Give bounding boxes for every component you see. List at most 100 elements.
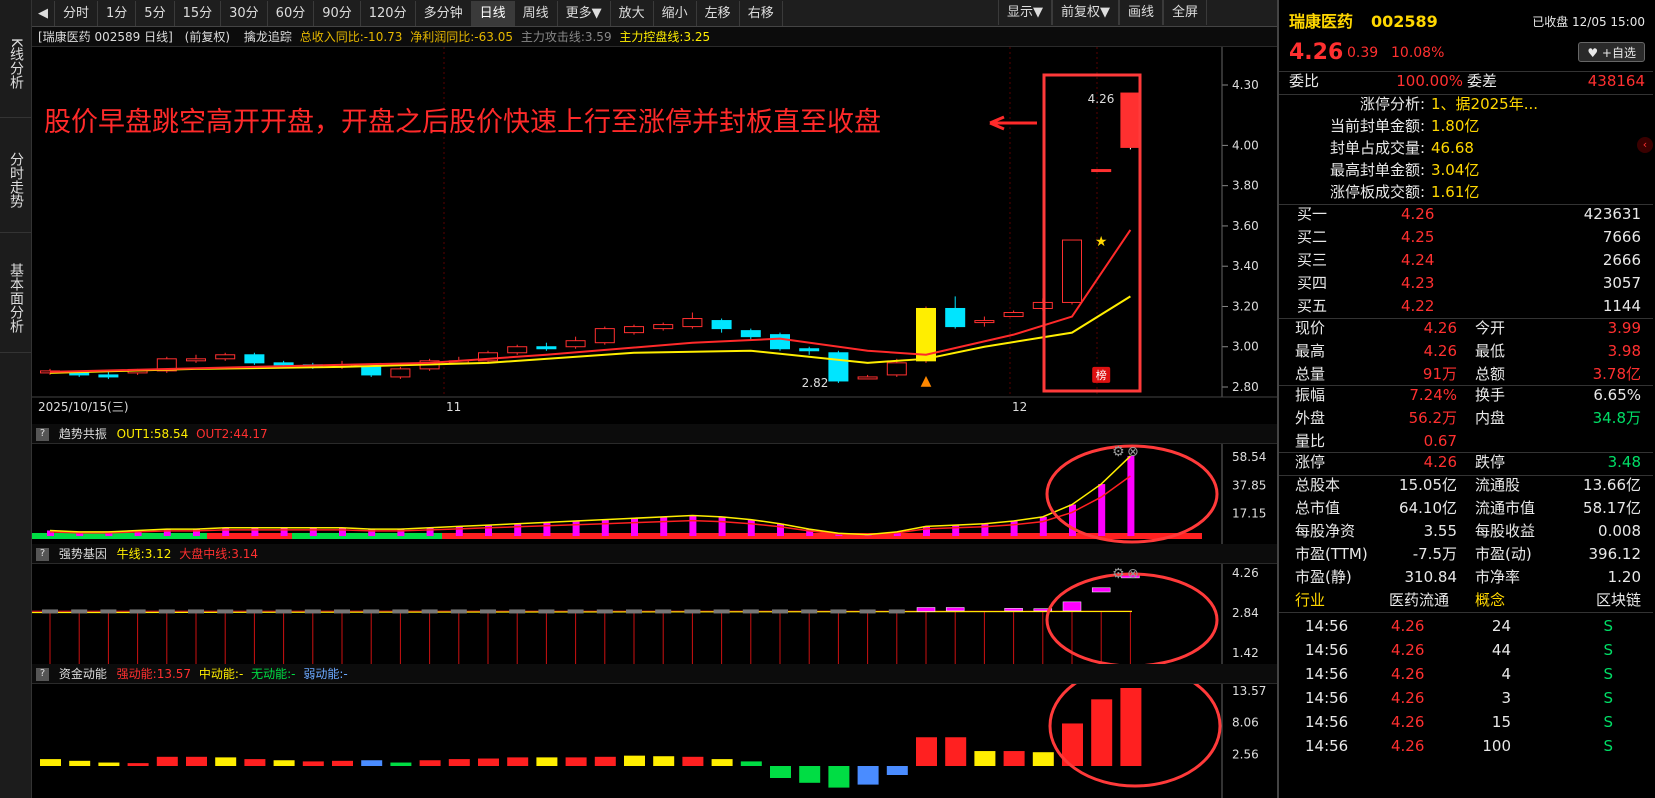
candle[interactable] (624, 326, 644, 334)
stats2-value2: 34.8万 (1592, 409, 1641, 427)
help-icon[interactable]: ? (36, 668, 49, 681)
help-icon[interactable]: ? (36, 428, 49, 441)
side-tab-0[interactable]: K线分析 (0, 0, 32, 118)
candle[interactable] (974, 320, 995, 324)
price-chart[interactable]: 4.30 4.00 3.80 3.60 3.40 3.20 3.00 2.80 4.26 2.82… (32, 47, 1277, 424)
toolbar-right-3[interactable]: 全屏 (1163, 0, 1208, 25)
ind3-bar (916, 737, 937, 766)
candle[interactable] (186, 358, 206, 362)
fund-row: 市盈(TTM) -7.5万 市盈(动) 396.12 (1279, 543, 1653, 566)
ind3-bar (507, 757, 529, 766)
ind3-bar (974, 751, 996, 766)
weibi-row: 委比 100.00% 委差 438164 (1279, 70, 1653, 93)
ind1-bar (718, 516, 726, 536)
toolbar-item-7[interactable]: 120分 (361, 0, 416, 26)
watchlist-button[interactable]: ♥ +自选 (1578, 42, 1645, 62)
tick-time: 14:56 (1305, 713, 1349, 731)
toolbar-item-6[interactable]: 90分 (314, 0, 361, 26)
fund-value: 64.10亿 (1399, 499, 1457, 517)
close-icon[interactable]: ⊗ (1127, 566, 1139, 582)
ind3-none: 无动能:- (251, 667, 296, 681)
candle[interactable] (1091, 169, 1112, 173)
concept-value[interactable]: 区块链 (1596, 588, 1641, 612)
candle[interactable] (98, 374, 119, 378)
toolbar-right-0[interactable]: 显示▼ (998, 0, 1052, 25)
ind3-bar (857, 766, 879, 785)
gear-icon[interactable]: ⚙ (1112, 444, 1125, 460)
ind1-base-green (32, 533, 207, 539)
candle[interactable] (273, 362, 294, 366)
collapse-icon[interactable]: ‹ (1637, 137, 1653, 153)
fund-label: 每股净资 (1295, 522, 1356, 540)
back-icon[interactable]: ◀ (32, 0, 55, 26)
toolbar-item-3[interactable]: 15分 (175, 0, 222, 26)
stats2-label: 外盘 (1295, 409, 1326, 427)
indicator3-chart[interactable]: 13.57 8.06 2.56 ⚙ (32, 684, 1277, 798)
gear-icon[interactable]: ⚙ (1112, 566, 1125, 582)
toolbar-item-5[interactable]: 60分 (268, 0, 315, 26)
close-icon[interactable]: ⊗ (1127, 444, 1139, 460)
ind2-tick: 1.42 (1232, 646, 1259, 660)
bid-price: 4.25 (1401, 228, 1435, 246)
candle[interactable] (799, 348, 820, 352)
candle[interactable] (711, 320, 732, 330)
ind1-tick: 58.54 (1232, 450, 1266, 464)
candle[interactable] (507, 346, 528, 354)
candle[interactable] (565, 340, 586, 348)
candle[interactable] (244, 354, 265, 364)
stats-value2: 3.99 (1607, 319, 1641, 337)
ind2-name: 强势基因 (58, 547, 107, 561)
toolbar-item-12[interactable]: 放大 (611, 0, 654, 26)
indicator2-chart[interactable]: 4.26 2.84 1.42 ⚙ ⊗ (32, 564, 1277, 664)
bid-label: 买二 (1297, 228, 1328, 246)
candle[interactable] (1120, 92, 1141, 148)
tick-volume: 100 (1482, 737, 1511, 755)
stock-code: 002589 (1371, 12, 1438, 31)
toolbar-item-8[interactable]: 多分钟 (416, 0, 472, 26)
stats-label: 总量 (1295, 365, 1326, 383)
toolbar-item-1[interactable]: 1分 (98, 0, 137, 26)
help-icon[interactable]: ? (36, 548, 49, 561)
candle[interactable] (536, 346, 557, 350)
toolbar-item-4[interactable]: 30分 (221, 0, 268, 26)
ind3-bar (886, 766, 908, 775)
toolbar-item-11[interactable]: 更多▼ (558, 0, 611, 26)
toolbar-item-9[interactable]: 日线 (471, 0, 515, 26)
candle[interactable] (857, 376, 878, 380)
toolbar-item-15[interactable]: 右移 (740, 0, 783, 26)
toolbar-item-14[interactable]: 左移 (697, 0, 740, 26)
toolbar-item-0[interactable]: 分时 (55, 0, 99, 26)
candle[interactable] (653, 324, 674, 330)
candle[interactable] (594, 328, 615, 344)
ind2-box (713, 609, 730, 614)
limits-value: 4.26 (1423, 453, 1457, 471)
candle[interactable] (740, 330, 761, 338)
toolbar-item-2[interactable]: 5分 (136, 0, 175, 26)
candle[interactable] (390, 368, 411, 378)
candle[interactable] (361, 366, 382, 376)
side-tab-1[interactable]: 分时走势 (0, 118, 32, 233)
candle[interactable] (770, 334, 790, 350)
candle[interactable] (828, 352, 849, 382)
gear-icon[interactable]: ⚙ (1112, 684, 1125, 685)
ind1-bar (747, 519, 755, 536)
toolbar-right-2[interactable]: 画线 (1119, 0, 1164, 25)
toolbar-item-13[interactable]: 缩小 (654, 0, 697, 26)
candle[interactable] (945, 307, 966, 328)
industry-value[interactable]: 医药流通 (1389, 588, 1449, 612)
toolbar-right-1[interactable]: 前复权▼ (1052, 0, 1119, 25)
toolbar-item-10[interactable]: 周线 (515, 0, 558, 26)
weibi-label: 委比 (1289, 72, 1320, 90)
limits-value2: 3.48 (1607, 453, 1641, 471)
candle[interactable] (215, 354, 236, 360)
candle[interactable] (682, 318, 703, 328)
stats2-value: 0.67 (1423, 432, 1457, 450)
ind1-bar (309, 527, 317, 536)
indicator1-chart[interactable]: 58.54 37.85 17.15 ⚙ ⊗ (32, 444, 1277, 544)
candle[interactable] (1003, 312, 1024, 318)
candle[interactable] (1062, 239, 1082, 303)
ind1-bar (1010, 520, 1018, 536)
ind3-bar (711, 759, 733, 766)
side-tab-2[interactable]: 基本面分析 (0, 233, 32, 353)
candle[interactable] (886, 362, 907, 376)
